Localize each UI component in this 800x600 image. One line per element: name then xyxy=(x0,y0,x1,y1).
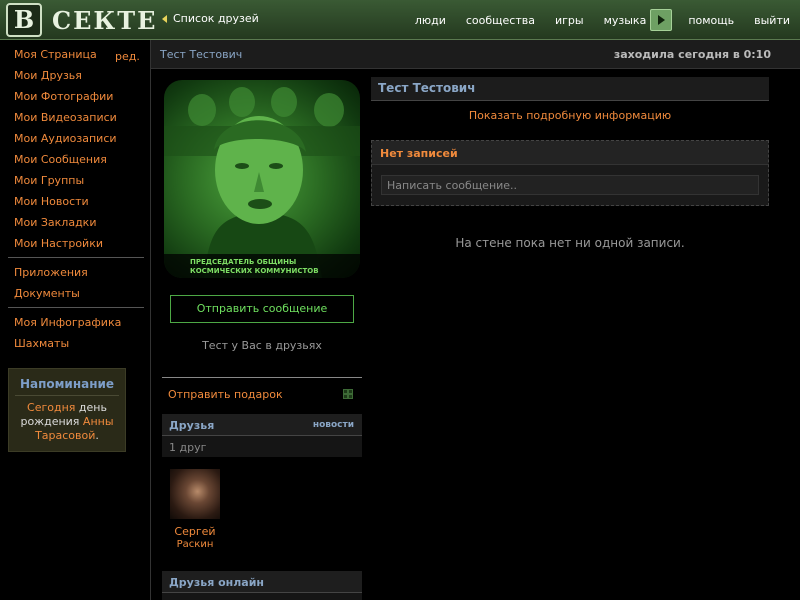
play-button[interactable] xyxy=(650,9,673,31)
menu-group-apps: Приложения Документы xyxy=(0,262,150,304)
online-friends-title[interactable]: Друзья онлайн xyxy=(169,576,264,589)
profile-photo-art xyxy=(164,87,360,278)
menu-documents[interactable]: Документы xyxy=(0,283,150,304)
friends-count: 1 друг xyxy=(162,436,362,457)
logo-text[interactable]: СЕКТЕ xyxy=(52,6,157,35)
left-sidebar: Моя Страница Мои Друзья Мои Фотографии М… xyxy=(0,44,150,452)
nav-communities[interactable]: сообщества xyxy=(456,14,545,27)
play-icon xyxy=(657,15,665,25)
wall-header: Нет записей xyxy=(372,141,768,165)
profile-title-bar: Тест Тестович заходила сегодня в 0:10 xyxy=(151,40,800,69)
wall-post-input[interactable] xyxy=(381,175,759,195)
menu-my-audio[interactable]: Мои Аудиозаписи xyxy=(0,128,150,149)
menu-my-news[interactable]: Мои Новости xyxy=(0,191,150,212)
menu-divider xyxy=(8,307,144,308)
menu-my-groups[interactable]: Мои Группы xyxy=(0,170,150,191)
menu-my-settings[interactable]: Мои Настройки xyxy=(0,233,150,254)
photo-caption-line1: ПРЕДСЕДАТЕЛЬ ОБЩИНЫ xyxy=(190,258,297,266)
friends-header: Друзья новости xyxy=(162,414,362,436)
menu-chess[interactable]: Шахматы xyxy=(0,333,150,354)
friends-list-link[interactable]: Список друзей xyxy=(162,12,259,25)
friends-title[interactable]: Друзья xyxy=(169,419,214,432)
friend-first-name: Сергей xyxy=(174,525,216,538)
friend-avatar[interactable] xyxy=(170,469,220,519)
send-gift-link[interactable]: Отправить подарок xyxy=(168,388,283,401)
profile-name: Тест Тестович xyxy=(378,81,476,95)
main-content: Тест Тестович заходила сегодня в 0:10 ПР… xyxy=(150,40,800,600)
top-nav: люди сообщества игры музыка помощь выйти xyxy=(405,0,800,40)
nav-games[interactable]: игры xyxy=(545,14,594,27)
menu-group-extra: Моя Инфографика Шахматы xyxy=(0,312,150,354)
reminder-box: Напоминание Сегодня день рождения Анны Т… xyxy=(8,368,126,452)
last-seen-status: заходила сегодня в 0:10 xyxy=(613,48,771,61)
profile-name-bar: Тест Тестович xyxy=(371,77,769,101)
friend-name-link[interactable]: Сергей Раскин xyxy=(163,525,227,551)
show-info-link[interactable]: Показать подробную информацию xyxy=(371,109,769,122)
friends-list-label: Список друзей xyxy=(173,12,259,25)
back-arrow-icon xyxy=(162,14,167,23)
reminder-today-link[interactable]: Сегодня xyxy=(27,401,75,414)
menu-my-photos[interactable]: Мои Фотографии xyxy=(0,86,150,107)
nav-logout[interactable]: выйти xyxy=(744,14,800,27)
menu-my-videos[interactable]: Мои Видеозаписи xyxy=(0,107,150,128)
menu-infographics[interactable]: Моя Инфографика xyxy=(0,312,150,333)
in-friends-status: Тест у Вас в друзьях xyxy=(202,339,322,352)
page-title: Тест Тестович xyxy=(160,48,243,61)
photo-caption-line2: КОСМИЧЕСКИХ КОММУНИСТОВ xyxy=(190,267,319,275)
gift-icon[interactable] xyxy=(343,389,353,399)
wall-box: Нет записей xyxy=(371,140,769,206)
edit-page-link[interactable]: ред. xyxy=(115,50,140,63)
menu-my-bookmarks[interactable]: Мои Закладки xyxy=(0,212,150,233)
nav-people[interactable]: люди xyxy=(405,14,456,27)
no-posts-title[interactable]: Нет записей xyxy=(380,147,458,160)
menu-divider xyxy=(8,257,144,258)
friends-news-link[interactable]: новости xyxy=(313,420,354,430)
reminder-title: Напоминание xyxy=(15,377,119,396)
gift-divider xyxy=(162,377,362,378)
profile-photo[interactable]: ПРЕДСЕДАТЕЛЬ ОБЩИНЫ КОСМИЧЕСКИХ КОММУНИС… xyxy=(164,80,360,278)
reminder-text: Сегодня день рождения Анны Тарасовой. xyxy=(15,401,119,443)
menu-applications[interactable]: Приложения xyxy=(0,262,150,283)
send-message-button[interactable]: Отправить сообщение xyxy=(170,295,354,323)
nav-music[interactable]: музыка xyxy=(594,14,651,27)
menu-my-friends[interactable]: Мои Друзья xyxy=(0,65,150,86)
menu-my-messages[interactable]: Мои Сообщения xyxy=(0,149,150,170)
nav-help[interactable]: помощь xyxy=(678,14,744,27)
online-friends-header: Друзья онлайн xyxy=(162,571,362,593)
online-friends-list xyxy=(162,593,362,600)
logo-icon[interactable]: B xyxy=(6,3,42,37)
friend-last-name: Раскин xyxy=(176,539,214,550)
reminder-end: . xyxy=(95,429,99,442)
photo-caption: ПРЕДСЕДАТЕЛЬ ОБЩИНЫ КОСМИЧЕСКИХ КОММУНИС… xyxy=(164,254,360,278)
menu-group-main: Моя Страница Мои Друзья Мои Фотографии М… xyxy=(0,44,150,254)
top-header: B СЕКТЕ Список друзей люди сообщества иг… xyxy=(0,0,800,40)
empty-wall-message: На стене пока нет ни одной записи. xyxy=(455,236,685,250)
